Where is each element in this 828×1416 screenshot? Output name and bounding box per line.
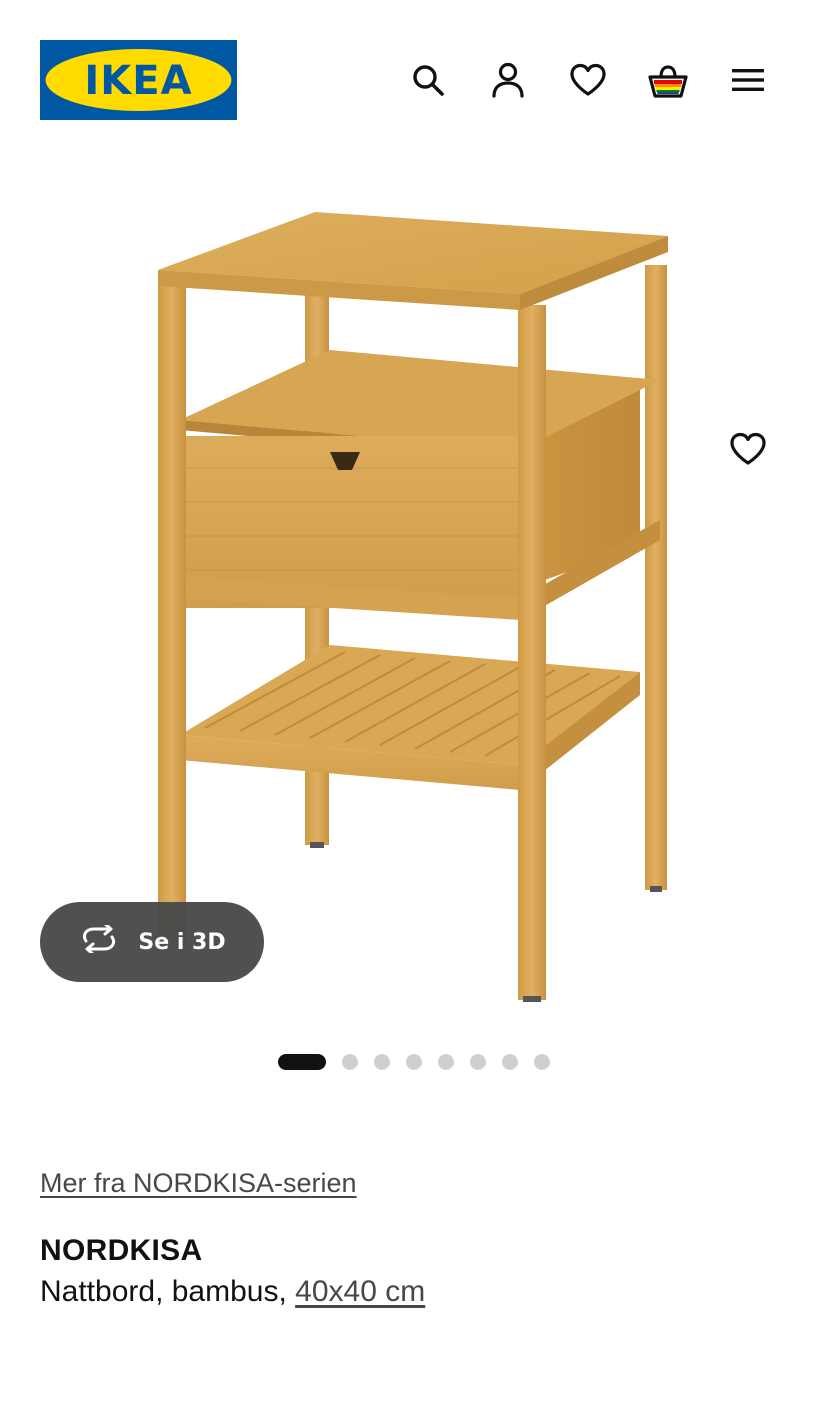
header: IKEA xyxy=(0,0,828,160)
account-icon[interactable] xyxy=(486,58,530,102)
carousel-dot[interactable] xyxy=(374,1054,390,1070)
carousel-dot-active[interactable] xyxy=(278,1054,326,1070)
image-carousel-indicator xyxy=(0,1052,828,1072)
carousel-dot[interactable] xyxy=(438,1054,454,1070)
view-in-3d-button[interactable]: Se i 3D xyxy=(40,902,264,982)
add-to-favourites-icon[interactable] xyxy=(724,425,772,473)
carousel-dot[interactable] xyxy=(470,1054,486,1070)
heart-icon[interactable] xyxy=(566,58,610,102)
product-type: Nattbord, bambus, xyxy=(40,1275,296,1308)
menu-icon[interactable] xyxy=(726,58,770,102)
product-name: NORDKISA xyxy=(40,1234,203,1267)
carousel-dot[interactable] xyxy=(502,1054,518,1070)
product-size-link[interactable]: 40x40 cm xyxy=(295,1275,425,1308)
series-link[interactable]: Mer fra NORDKISA-serien xyxy=(40,1168,357,1199)
ikea-logo[interactable]: IKEA xyxy=(40,40,237,120)
carousel-dot[interactable] xyxy=(342,1054,358,1070)
product-description: Nattbord, bambus, 40x40 cm xyxy=(40,1275,425,1309)
product-image[interactable] xyxy=(0,175,828,1025)
rotate-3d-icon xyxy=(78,922,120,959)
carousel-dot[interactable] xyxy=(406,1054,422,1070)
shopping-bag-icon[interactable] xyxy=(646,58,690,102)
view-in-3d-label: Se i 3D xyxy=(138,929,226,955)
carousel-dot[interactable] xyxy=(534,1054,550,1070)
logo-text: IKEA xyxy=(84,58,192,104)
search-icon[interactable] xyxy=(406,58,450,102)
